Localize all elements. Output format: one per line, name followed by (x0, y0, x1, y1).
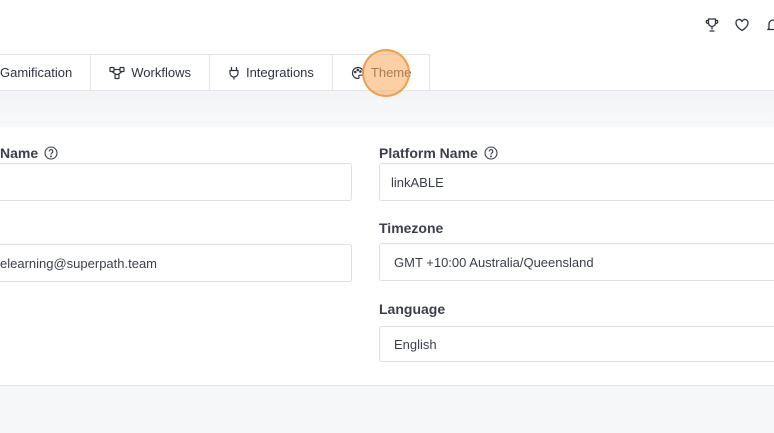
trophy-icon[interactable] (703, 16, 721, 34)
tab-integrations[interactable]: Integrations (208, 54, 333, 90)
language-select[interactable]: English (379, 326, 774, 362)
footer-band (0, 386, 774, 433)
timezone-select[interactable]: GMT +10:00 Australia/Queensland (379, 243, 774, 281)
name-label: Name (0, 145, 58, 161)
tab-theme[interactable]: Theme (331, 54, 431, 90)
settings-tabs: Gamification Workflows Integrations Them… (0, 54, 431, 90)
heart-icon[interactable] (733, 16, 751, 34)
email-input[interactable]: elearning@superpath.team (0, 244, 352, 282)
tab-label: Gamification (0, 65, 73, 80)
workflow-icon (109, 66, 125, 80)
name-input[interactable] (0, 163, 352, 201)
palette-icon (351, 66, 365, 80)
tab-gamification[interactable]: Gamification (0, 54, 92, 90)
tab-label: Theme (370, 65, 412, 80)
settings-panel: Name elearning@superpath.team Platform N… (0, 127, 774, 386)
tab-label: Integrations (245, 65, 314, 80)
top-bar (0, 0, 774, 50)
tab-label: Workflows (131, 65, 191, 80)
plug-icon (228, 66, 240, 80)
tab-workflows[interactable]: Workflows (90, 54, 210, 90)
language-label: Language (379, 301, 446, 317)
bell-icon[interactable] (764, 16, 774, 34)
timezone-label: Timezone (379, 220, 444, 236)
help-icon[interactable] (484, 146, 498, 160)
section-header-band (0, 91, 774, 128)
platform-name-input[interactable]: linkABLE (379, 163, 774, 201)
platform-name-label: Platform Name (379, 145, 498, 161)
help-icon[interactable] (44, 146, 58, 160)
